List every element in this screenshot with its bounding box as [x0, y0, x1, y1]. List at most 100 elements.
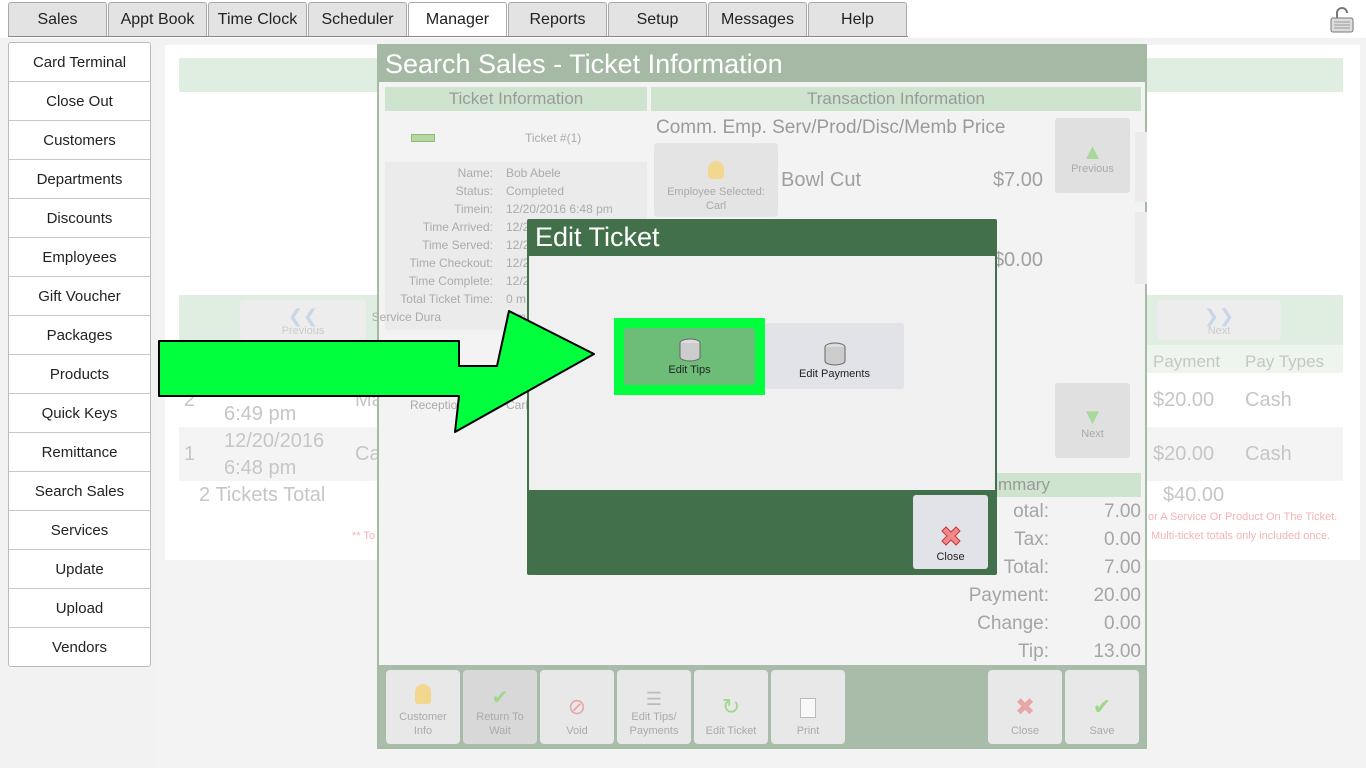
button-label: Info	[413, 725, 433, 737]
ticket-number: Ticket #(1)	[525, 131, 582, 145]
button-label: Void	[566, 725, 588, 737]
transaction-previous-label: Previous	[1071, 163, 1114, 175]
double-left-arrow-icon: ❮❮	[287, 306, 319, 326]
edit-ticket-close-button[interactable]: Close	[913, 495, 988, 569]
button-label: Close	[1010, 725, 1040, 737]
ticket-info-header: Ticket Information	[385, 87, 647, 111]
sidebar-item-discounts[interactable]: Discounts	[9, 199, 150, 238]
edit-payments-button[interactable]: Edit Payments	[765, 323, 904, 389]
footnote-left: ** To	[352, 530, 376, 542]
row-time: 6:49 pm	[224, 403, 297, 425]
item-price: $7.00	[992, 169, 1043, 191]
sidebar-item-services[interactable]: Services	[9, 511, 150, 550]
tab-time-clock[interactable]: Time Clock	[208, 2, 307, 37]
void-button[interactable]: ⊘ Void	[540, 670, 614, 744]
sidebar-item-vendors[interactable]: Vendors	[9, 628, 150, 667]
tab-scheduler[interactable]: Scheduler	[308, 2, 407, 37]
row-pay-type: Cash	[1245, 389, 1292, 411]
return-to-wait-button[interactable]: ✔ Return To Wait	[463, 670, 537, 744]
summary-label: Tip:	[1018, 641, 1049, 662]
sidebar-item-packages[interactable]: Packages	[9, 316, 150, 355]
tab-setup[interactable]: Setup	[608, 2, 707, 37]
field-value: 12/2	[506, 256, 530, 270]
row-payment: $20.00	[1153, 389, 1215, 411]
unlock-icon[interactable]	[1328, 6, 1356, 34]
field-label: Stylist:	[428, 380, 464, 394]
edit-ticket-button[interactable]: ↻ Edit Ticket	[694, 670, 768, 744]
tab-appt-book[interactable]: Appt Book	[108, 2, 207, 37]
sidebar-item-employees[interactable]: Employees	[9, 238, 150, 277]
scroll-edge	[1135, 212, 1147, 284]
field-label: Reception	[409, 398, 464, 412]
summary-value: 7.00	[1104, 557, 1141, 578]
transaction-previous-button[interactable]: ▲ Previous	[1055, 118, 1130, 193]
field-value: 0 m	[506, 310, 527, 324]
summary-value: 13.00	[1093, 641, 1141, 662]
double-right-arrow-icon: ❯❯	[1203, 306, 1235, 326]
sidebar-item-remittance[interactable]: Remittance	[9, 433, 150, 472]
ticket-color-swatch	[411, 134, 435, 142]
tab-manager[interactable]: Manager	[408, 2, 507, 37]
results-next-button[interactable]: ❯❯ Next	[1157, 300, 1281, 340]
top-nav-bar: Sales Appt Book Time Clock Scheduler Man…	[0, 0, 1366, 38]
field-label: Name:	[457, 166, 493, 180]
sidebar-item-products[interactable]: Products	[9, 355, 150, 394]
results-previous-label: Previous	[281, 325, 325, 337]
summary-header: mmary	[984, 473, 1141, 497]
tab-messages[interactable]: Messages	[708, 2, 807, 37]
summary-value: 0.00	[1104, 529, 1141, 550]
save-button[interactable]: ✔ Save	[1065, 670, 1139, 744]
field-value: 12/2	[506, 220, 530, 234]
sidebar-item-customers[interactable]: Customers	[9, 121, 150, 160]
document-icon	[800, 698, 816, 718]
tab-help[interactable]: Help	[808, 2, 907, 37]
button-label: Print	[796, 725, 820, 737]
col-pay-types: Pay Types	[1245, 352, 1325, 371]
button-label: Wait	[489, 725, 511, 737]
sidebar-item-update[interactable]: Update	[9, 550, 150, 589]
edit-payments-label: Edit Payments	[799, 368, 870, 380]
manager-sidebar: Card Terminal Close Out Customers Depart…	[8, 42, 151, 667]
tab-reports[interactable]: Reports	[508, 2, 607, 37]
field-label: Time Arrived:	[422, 220, 493, 234]
edit-tips-label: Edit Tips	[668, 364, 711, 376]
button-label: Save	[1089, 725, 1115, 737]
sidebar-item-gift-voucher[interactable]: Gift Voucher	[9, 277, 150, 316]
tab-sales[interactable]: Sales	[8, 2, 107, 37]
footnote-right-1: or A Service Or Product On The Ticket.	[1148, 511, 1338, 523]
row-date: 12/20/2016	[224, 430, 325, 452]
field-label: Service Dura	[371, 310, 441, 324]
col-payment: Payment	[1153, 352, 1221, 371]
sidebar-item-quick-keys[interactable]: Quick Keys	[9, 394, 150, 433]
sidebar-item-card-terminal[interactable]: Card Terminal	[9, 43, 150, 82]
sidebar-item-search-sales[interactable]: Search Sales	[9, 472, 150, 511]
field-value: 12/20/2016 6:48 pm	[506, 202, 613, 216]
edit-tips-payments-button[interactable]: ☰ Edit Tips/ Payments	[617, 670, 691, 744]
field-value: 12/2	[506, 274, 530, 288]
coin-stack-icon: ☰	[645, 689, 663, 709]
row-number: 1	[184, 443, 196, 465]
employee-select-button[interactable]: Employee Selected: Carl	[654, 143, 778, 217]
summary-value: 7.00	[1104, 501, 1141, 522]
sidebar-item-close-out[interactable]: Close Out	[9, 82, 150, 121]
results-next-label: Next	[1207, 325, 1231, 337]
dialog-close-button[interactable]: ✖ Close	[988, 670, 1062, 744]
sidebar-item-upload[interactable]: Upload	[9, 589, 150, 628]
transaction-next-button[interactable]: ▼ Next	[1055, 383, 1130, 458]
edit-ticket-title: Edit Ticket	[535, 222, 660, 252]
field-value: Bob Abele	[506, 166, 561, 180]
employee-selected-label: Employee Selected:	[667, 186, 765, 198]
tab-divider	[8, 36, 908, 37]
summary-label: Change:	[977, 613, 1049, 634]
field-label: Time Served:	[422, 238, 493, 252]
tickets-total-amount: $40.00	[1163, 484, 1225, 506]
button-label: Edit Ticket	[705, 725, 757, 737]
sidebar-item-departments[interactable]: Departments	[9, 160, 150, 199]
print-button[interactable]: Print	[771, 670, 845, 744]
edit-tips-button[interactable]: Edit Tips	[624, 328, 755, 385]
field-value: Carl	[506, 398, 529, 412]
customer-info-button[interactable]: Customer Info	[386, 670, 460, 744]
summary-value: 0.00	[1104, 613, 1141, 634]
coin-stack-icon	[824, 342, 845, 366]
coin-stack-icon	[679, 338, 700, 362]
